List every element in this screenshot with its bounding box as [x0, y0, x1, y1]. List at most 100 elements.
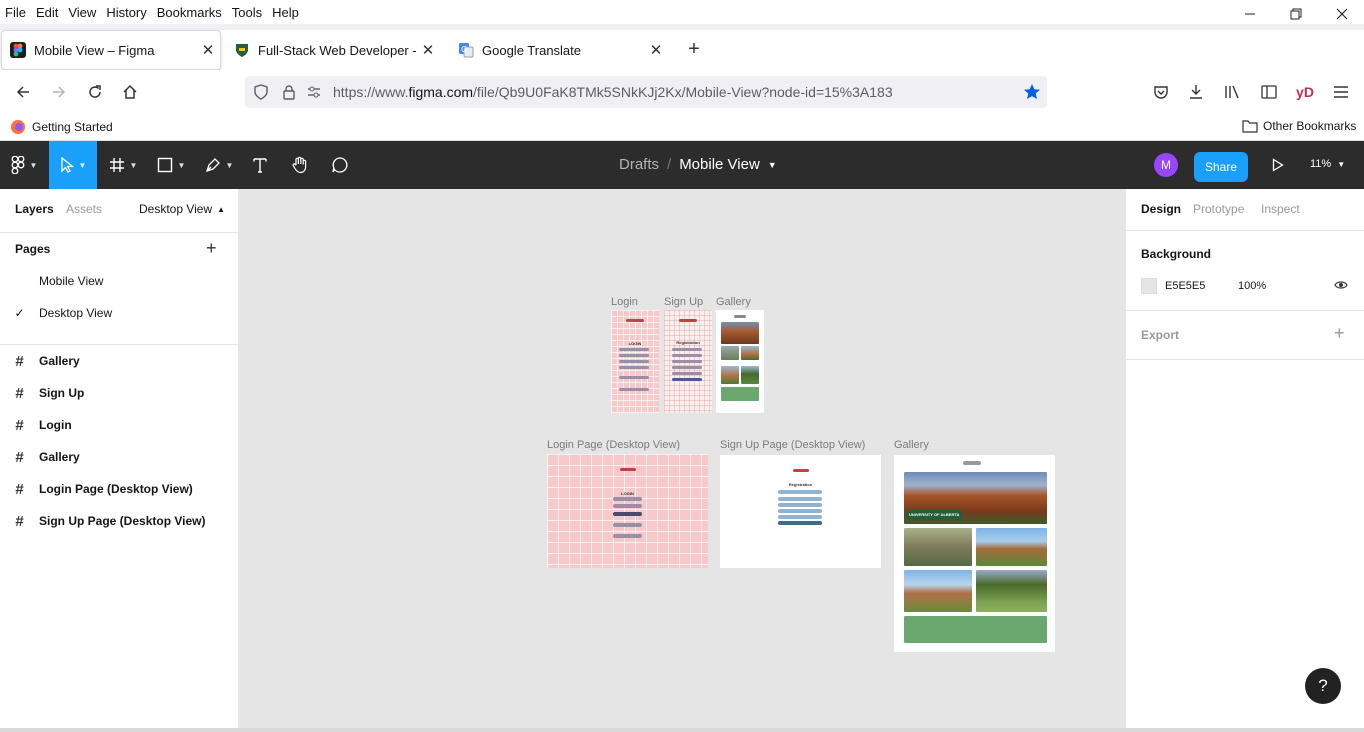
close-tab-icon[interactable]: ✕: [644, 41, 668, 59]
restore-icon[interactable]: [1273, 0, 1319, 28]
shield-icon[interactable]: [245, 84, 277, 100]
design-canvas[interactable]: Login LOGIN Sign Up Registration Gallery…: [239, 189, 1125, 732]
frame-login-desktop[interactable]: LOGIN: [547, 454, 708, 568]
tab-strip: Mobile View – Figma ✕ Full-Stack Web Dev…: [0, 30, 1364, 70]
url-text[interactable]: https://www.figma.com/file/Qb9U0FaK8TMk5…: [333, 84, 893, 100]
sidebar-icon[interactable]: [1254, 77, 1284, 107]
lock-icon[interactable]: [277, 84, 301, 100]
menu-view[interactable]: View: [63, 5, 101, 20]
figma-logo-icon: [11, 156, 24, 174]
frame-icon: #: [15, 480, 24, 498]
tab-ualberta[interactable]: Full-Stack Web Developer - UAlberta ✕: [226, 30, 440, 70]
add-export-icon[interactable]: +: [1334, 324, 1345, 342]
left-panel: Layers Assets Desktop View ▲ Pages + Mob…: [0, 189, 239, 732]
url-bar[interactable]: https://www.figma.com/file/Qb9U0FaK8TMk5…: [245, 76, 1047, 108]
menu-history[interactable]: History: [101, 5, 151, 20]
chevron-down-icon: ▼: [1337, 159, 1346, 169]
avatar[interactable]: M: [1154, 153, 1178, 177]
ualberta-shield-favicon: [234, 42, 250, 58]
svg-text:G: G: [461, 45, 467, 54]
frame-sign-up-desktop[interactable]: Registration: [720, 455, 881, 568]
layer-sign-up[interactable]: # Sign Up: [0, 377, 238, 409]
tab-design[interactable]: Design: [1141, 202, 1181, 216]
share-button[interactable]: Share: [1194, 152, 1248, 182]
hand-tool-button[interactable]: [285, 141, 315, 189]
permissions-icon[interactable]: [301, 85, 327, 99]
tab-prototype[interactable]: Prototype: [1193, 202, 1244, 216]
background-opacity-input[interactable]: 100%: [1238, 280, 1266, 292]
frame-label-login[interactable]: Login: [611, 296, 638, 308]
layer-login[interactable]: # Login: [0, 409, 238, 441]
file-name[interactable]: Mobile View: [679, 156, 760, 173]
downloads-icon[interactable]: [1181, 77, 1211, 107]
shape-tool-button[interactable]: ▼: [149, 141, 193, 189]
minimize-icon[interactable]: [1227, 0, 1273, 28]
new-tab-icon[interactable]: +: [682, 38, 706, 62]
frame-label-login-desktop[interactable]: Login Page (Desktop View): [547, 439, 680, 451]
extension-yd-icon[interactable]: yD: [1290, 77, 1320, 107]
frame-label-gallery-desktop[interactable]: Gallery: [894, 439, 929, 451]
frame-label-gallery[interactable]: Gallery: [716, 296, 751, 308]
color-swatch[interactable]: [1141, 278, 1157, 294]
close-window-icon[interactable]: [1319, 0, 1364, 28]
page-switcher[interactable]: Desktop View ▲: [139, 202, 225, 216]
login-heading: LOGIN: [628, 341, 642, 346]
menu-bookmarks[interactable]: Bookmarks: [152, 5, 227, 20]
frame-tool-button[interactable]: ▼: [101, 141, 145, 189]
tab-google-translate[interactable]: G Google Translate ✕: [450, 30, 668, 70]
help-button[interactable]: ?: [1305, 668, 1341, 704]
move-tool-button[interactable]: ▼: [49, 141, 97, 189]
background-title: Background: [1141, 247, 1212, 261]
frame-label-sign-up-desktop[interactable]: Sign Up Page (Desktop View): [720, 439, 865, 451]
bookmarks-bar: Getting Started Other Bookmarks: [0, 114, 1364, 141]
pocket-icon[interactable]: [1146, 77, 1176, 107]
background-hex-input[interactable]: E5E5E5: [1165, 280, 1205, 292]
frame-gallery-mobile[interactable]: [716, 310, 764, 413]
page-label: Mobile View: [39, 274, 104, 288]
horizontal-scrollbar[interactable]: [0, 728, 1364, 732]
pen-tool-button[interactable]: ▼: [197, 141, 241, 189]
bookmark-getting-started[interactable]: Getting Started: [10, 119, 113, 135]
home-icon[interactable]: [115, 77, 145, 107]
text-tool-button[interactable]: [245, 141, 275, 189]
frame-gallery-desktop[interactable]: UNIVERSITY OF ALBERTA: [894, 455, 1055, 652]
layer-gallery-2[interactable]: # Gallery: [0, 441, 238, 473]
frame-login-mobile[interactable]: LOGIN: [611, 310, 659, 413]
menu-file[interactable]: File: [0, 5, 31, 20]
close-tab-icon[interactable]: ✕: [196, 41, 220, 59]
registration-heading: Registration: [676, 340, 700, 345]
google-translate-favicon: G: [458, 42, 474, 58]
tab-mobile-view-figma[interactable]: Mobile View – Figma ✕: [1, 30, 221, 70]
menu-tools[interactable]: Tools: [227, 5, 267, 20]
zoom-menu[interactable]: 11% ▼: [1310, 158, 1345, 170]
chevron-down-icon[interactable]: ▼: [768, 160, 777, 170]
frame-label-sign-up[interactable]: Sign Up: [664, 296, 703, 308]
page-item-desktop-view[interactable]: ✓ Desktop View: [0, 297, 238, 329]
eye-icon[interactable]: [1334, 279, 1348, 294]
layer-login-page-desktop[interactable]: # Login Page (Desktop View): [0, 473, 238, 505]
back-icon[interactable]: [8, 77, 38, 107]
close-tab-icon[interactable]: ✕: [416, 41, 440, 59]
tab-assets[interactable]: Assets: [66, 202, 102, 216]
bookmark-star-icon[interactable]: [1023, 83, 1041, 104]
layer-gallery[interactable]: # Gallery: [0, 345, 238, 377]
reload-icon[interactable]: [80, 77, 110, 107]
breadcrumb-drafts[interactable]: Drafts: [619, 156, 659, 173]
tab-title: Google Translate: [482, 42, 582, 58]
other-bookmarks[interactable]: Other Bookmarks: [1242, 119, 1356, 133]
menu-help[interactable]: Help: [267, 5, 304, 20]
page-item-mobile-view[interactable]: Mobile View: [0, 265, 238, 297]
layer-sign-up-page-desktop[interactable]: # Sign Up Page (Desktop View): [0, 505, 238, 537]
main-menu-button[interactable]: ▼: [0, 141, 48, 189]
add-page-icon[interactable]: +: [206, 239, 217, 257]
menu-edit[interactable]: Edit: [31, 5, 63, 20]
hamburger-menu-icon[interactable]: [1326, 77, 1356, 107]
forward-icon[interactable]: [44, 77, 74, 107]
present-button[interactable]: [1264, 141, 1292, 189]
tab-inspect[interactable]: Inspect: [1261, 202, 1300, 216]
page-label: Desktop View: [39, 306, 113, 320]
tab-layers[interactable]: Layers: [15, 202, 54, 216]
library-icon[interactable]: [1218, 77, 1248, 107]
frame-sign-up-mobile[interactable]: Registration: [664, 310, 712, 413]
comment-tool-button[interactable]: [325, 141, 355, 189]
